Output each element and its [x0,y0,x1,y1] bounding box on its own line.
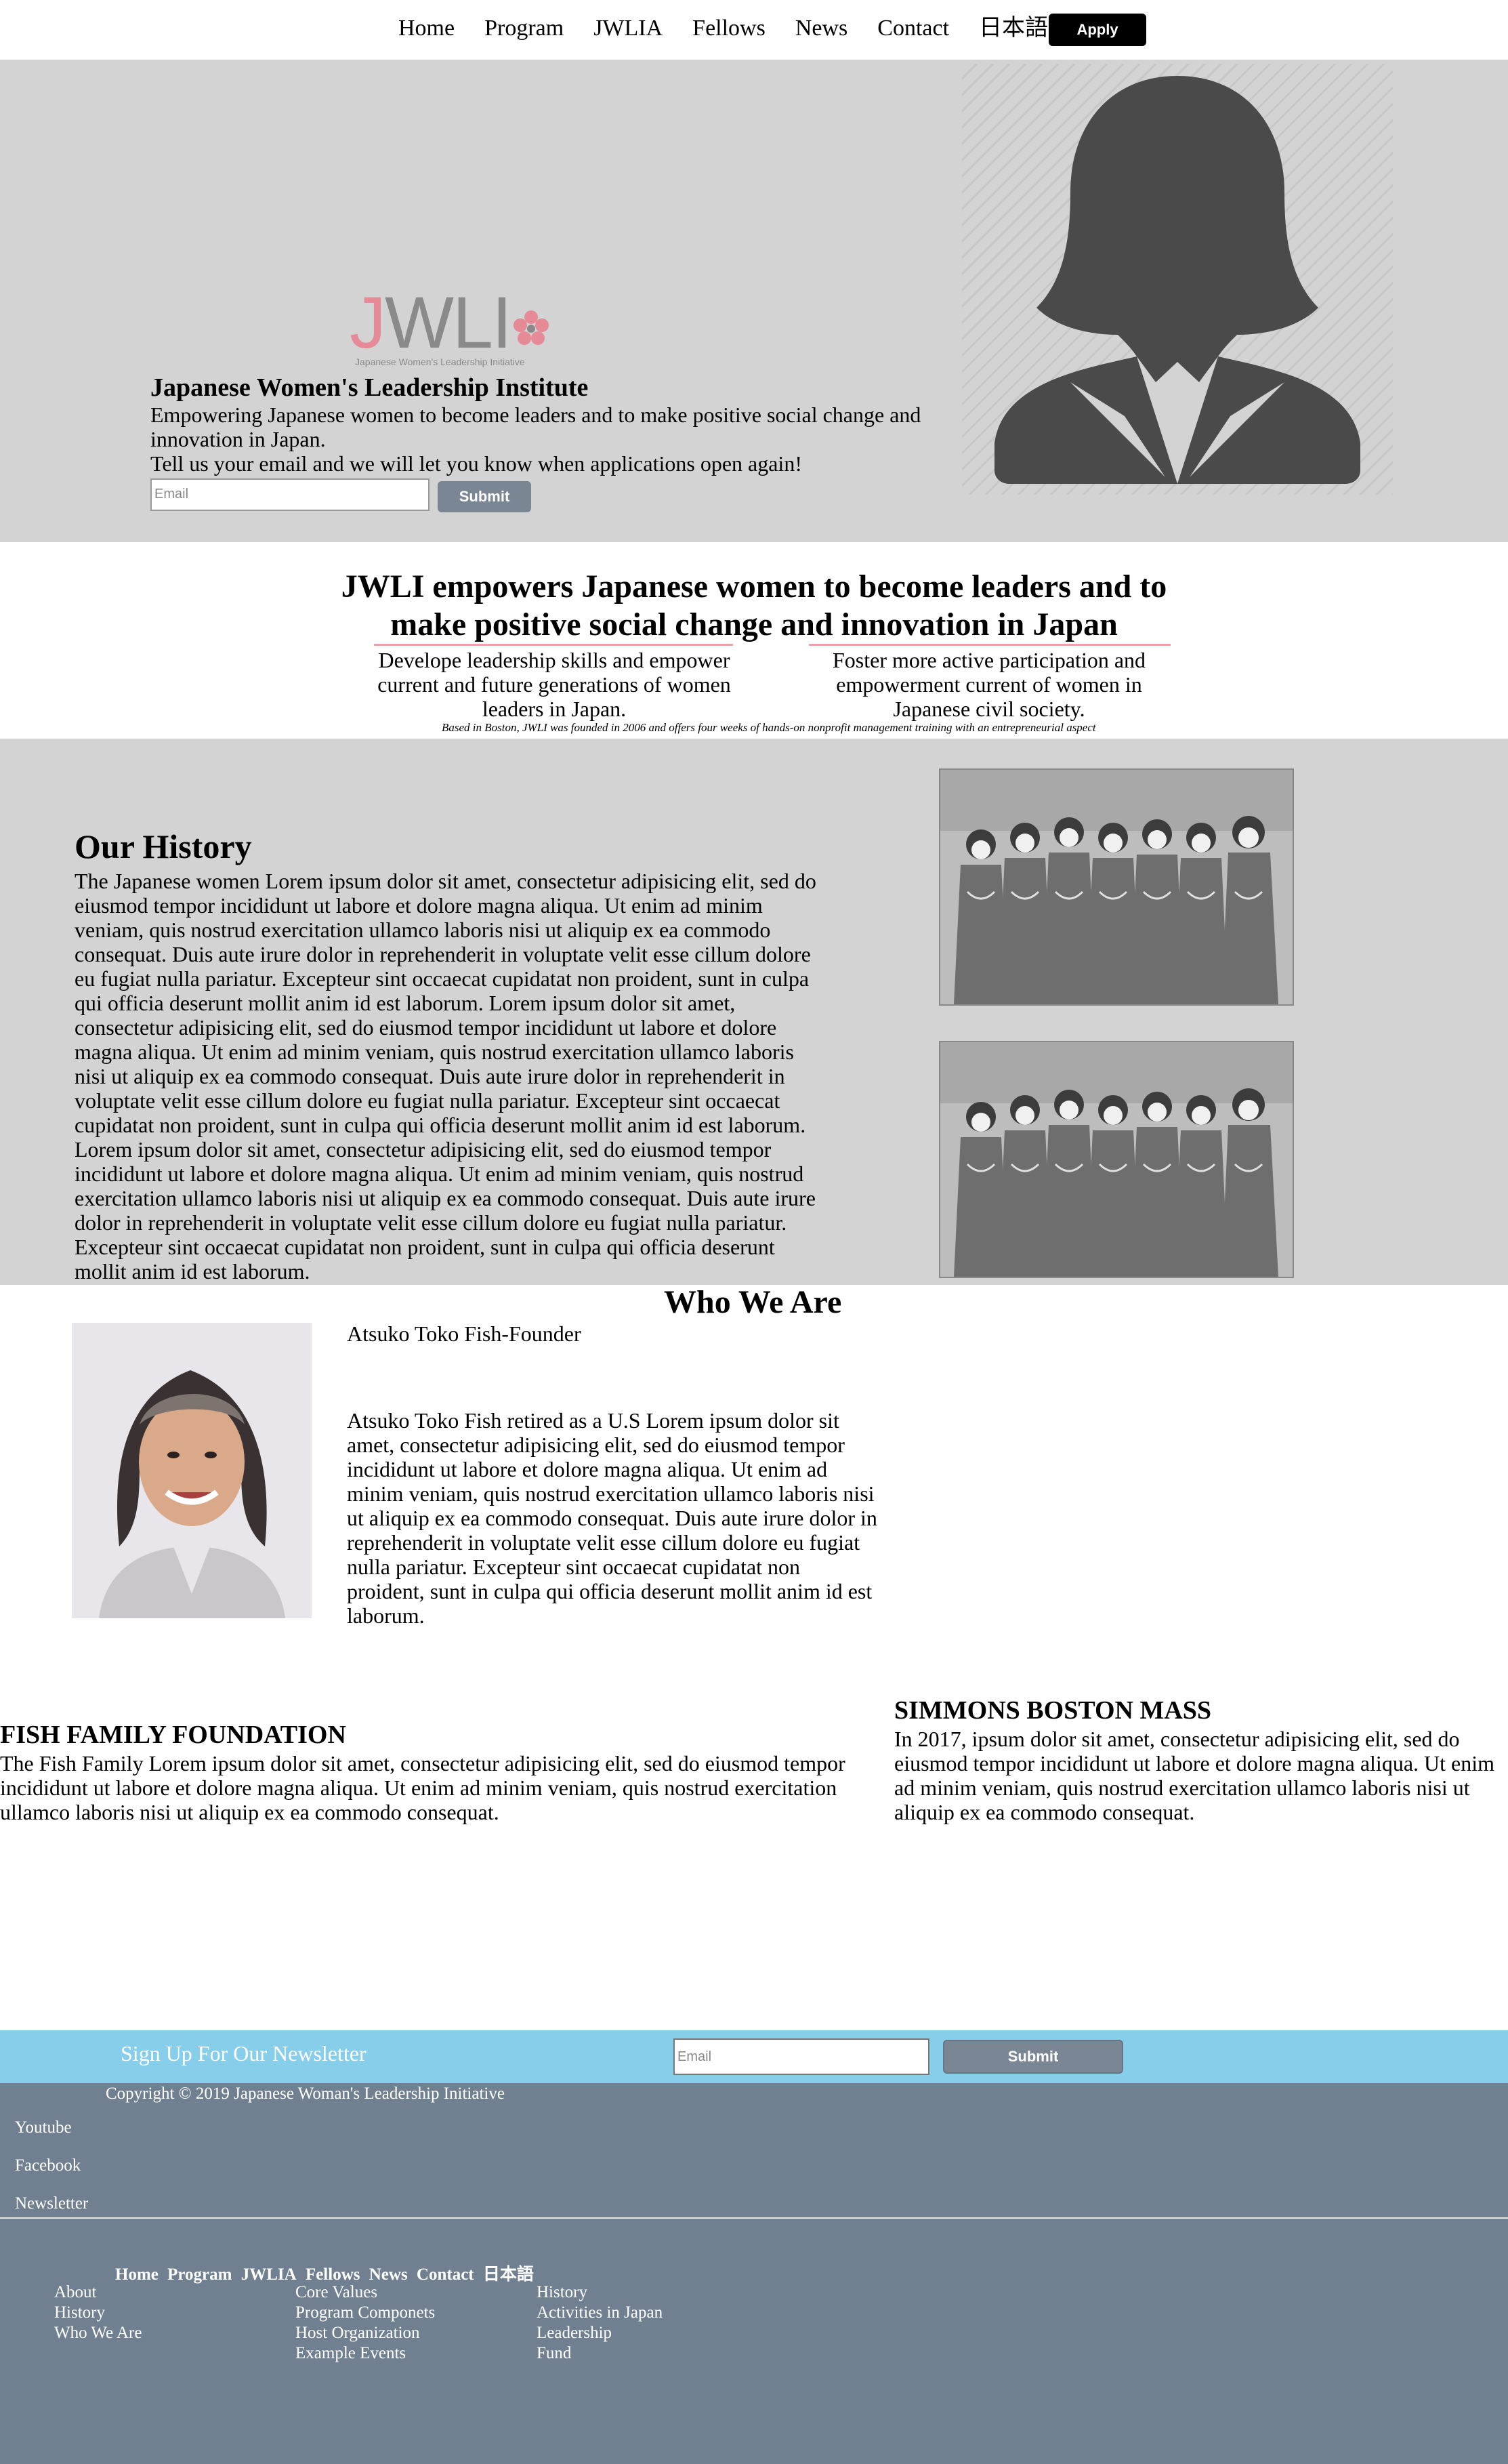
hero-title: Japanese Women's Leadership Institute [150,373,589,402]
hero-submit-button[interactable]: Submit [438,481,531,512]
nav-japanese[interactable]: 日本語 [979,14,1048,43]
person-silhouette-icon [994,76,1360,484]
group-photo-image [940,770,1293,1004]
footer-nav-program[interactable]: Program [167,2265,232,2284]
simmons-title: SIMMONS BOSTON MASS [894,1696,1212,1725]
mission-underline-left [374,644,733,646]
footer-nav-fellows[interactable]: Fellows [306,2265,360,2284]
footer-col-program: Core Values Program Componets Host Organ… [295,2282,435,2364]
footer-link[interactable]: Who We Are [54,2323,142,2343]
newsletter-email-input[interactable]: Email [673,2038,929,2075]
footer-divider [0,2217,1508,2219]
mission-point-right: Foster more active participation and emp… [832,648,1146,721]
history-text: The Japanese women Lorem ipsum dolor sit… [75,869,816,1284]
mission-headline: JWLI empowers Japanese women to become l… [341,569,1167,642]
hero-subtitle-line2: Tell us your email and we will let you k… [150,451,802,476]
founder-bio: Atsuko Toko Fish retired as a U.S Lorem … [347,1408,877,1628]
footer-col-jwlia: History Activities in Japan Leadership F… [537,2282,663,2364]
footer-link[interactable]: Example Events [295,2343,435,2364]
footer-link[interactable]: Activities in Japan [537,2303,663,2323]
logo-wordmark: JWLI [350,286,551,359]
avatar-placeholder [962,64,1393,495]
footer-link[interactable]: Host Organization [295,2323,435,2343]
mission-underline-right [809,644,1171,646]
footer-nav-news[interactable]: News [369,2265,408,2284]
nav-jwlia[interactable]: JWLIA [593,14,663,43]
founder-photo [72,1323,312,1618]
nav-links: Home Program JWLIA Fellows News Contact … [398,14,1078,43]
footer-nav: Home Program JWLIA Fellows News Contact … [115,2261,539,2285]
apply-button[interactable]: Apply [1049,14,1146,46]
newsletter-submit-button[interactable]: Submit [943,2040,1123,2074]
cherry-blossom-icon [514,310,549,346]
footer-nav-jwlia[interactable]: JWLIA [241,2265,297,2284]
footer-link[interactable]: Core Values [295,2282,435,2303]
who-we-are-title: Who We Are [664,1284,842,1320]
hero-email-input[interactable]: Email [150,478,430,511]
footer-nav-japanese[interactable]: 日本語 [483,2265,534,2284]
group-photo-image [940,1042,1293,1277]
footer-link[interactable]: Fund [537,2343,663,2364]
footer-nav-home[interactable]: Home [115,2265,159,2284]
footer-link[interactable]: Program Componets [295,2303,435,2323]
footer-link[interactable]: About [54,2282,142,2303]
nav-fellows[interactable]: Fellows [692,14,766,43]
hero-subtitle: Empowering Japanese women to become lead… [150,403,936,476]
nav-contact[interactable]: Contact [877,14,949,43]
footer-link-newsletter[interactable]: Newsletter [15,2194,88,2213]
hero-subtitle-line1: Empowering Japanese women to become lead… [150,403,921,451]
mission-point-left: Develope leadership skills and empower c… [377,648,731,721]
history-title: Our History [75,827,252,865]
top-nav: Home Program JWLIA Fellows News Contact … [0,0,1508,60]
logo-tagline: Japanese Women's Leadership Initiative [355,356,525,367]
history-section: Our History The Japanese women Lorem ips… [0,739,1508,1285]
footer: Copyright © 2019 Japanese Woman's Leader… [0,2083,1508,2464]
footer-link[interactable]: Leadership [537,2323,663,2343]
footer-link-facebook[interactable]: Facebook [15,2156,81,2175]
fish-foundation-title: FISH FAMILY FOUNDATION [0,1721,346,1749]
footer-link-youtube[interactable]: Youtube [15,2118,72,2137]
mission-note: Based in Boston, JWLI was founded in 200… [442,721,1096,734]
fish-foundation-text: The Fish Family Lorem ipsum dolor sit am… [0,1751,845,1824]
history-photo-1 [939,768,1294,1006]
founder-portrait-image [72,1323,312,1618]
hero-section: JWLI Japanese Women's Leadership Initiat… [0,60,1508,542]
footer-link[interactable]: History [54,2303,142,2323]
jwli-logo: JWLI Japanese Women's Leadership Initiat… [350,286,551,367]
nav-home[interactable]: Home [398,14,455,43]
newsletter-label: Sign Up For Our Newsletter [121,2041,366,2066]
nav-program[interactable]: Program [484,14,564,43]
footer-col-about: About History Who We Are [54,2282,142,2343]
newsletter-bar: Sign Up For Our Newsletter Email Submit [0,2030,1508,2083]
copyright-text: Copyright © 2019 Japanese Woman's Leader… [106,2085,505,2103]
founder-name: Atsuko Toko Fish-Founder [347,1321,581,1346]
nav-news[interactable]: News [795,14,847,43]
mission-section: JWLI empowers Japanese women to become l… [0,542,1508,739]
footer-link[interactable]: History [537,2282,663,2303]
footer-nav-contact[interactable]: Contact [417,2265,474,2284]
simmons-text: In 2017, ipsum dolor sit amet, consectet… [894,1727,1494,1824]
history-photo-2 [939,1041,1294,1278]
